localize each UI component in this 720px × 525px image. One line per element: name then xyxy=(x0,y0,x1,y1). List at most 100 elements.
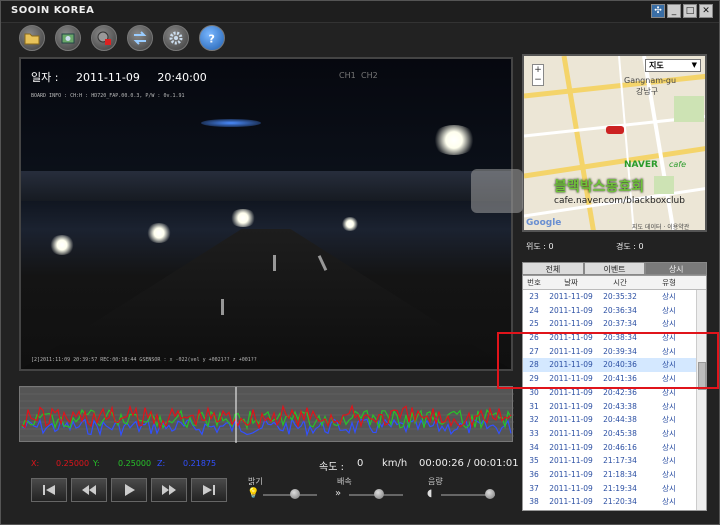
longitude: 경도 : 0 xyxy=(616,242,644,251)
list-item[interactable]: 36 2011-11-09 21:18:34 상시 xyxy=(523,468,706,482)
cell-type: 상시 xyxy=(662,483,676,493)
cell-type: 상시 xyxy=(662,305,676,315)
chevron-down-icon: ▼ xyxy=(691,61,697,69)
date-value: 2011-11-09 xyxy=(75,71,140,84)
cell-time: 20:46:16 xyxy=(603,442,637,452)
district-kr: 강남구 xyxy=(636,87,659,96)
cell-no: 36 xyxy=(529,469,539,479)
cell-date: 2011-11-09 xyxy=(549,442,593,452)
brightness-knob[interactable] xyxy=(290,489,301,499)
speed-knob[interactable] xyxy=(373,489,384,499)
cell-type: 상시 xyxy=(662,401,676,411)
list-header: 번호 날짜 시간 유형 xyxy=(523,276,706,290)
cell-type: 상시 xyxy=(662,292,676,301)
cell-no: 37 xyxy=(529,483,539,493)
list-item[interactable]: 34 2011-11-09 20:46:16 상시 xyxy=(523,441,706,455)
title-bar[interactable]: SOOIN KOREA ✣ _ □ ✕ xyxy=(1,1,719,23)
list-item[interactable]: 37 2011-11-09 21:19:34 상시 xyxy=(523,482,706,496)
list-item[interactable]: 35 2011-11-09 21:17:34 상시 xyxy=(523,454,706,468)
folder-icon[interactable] xyxy=(19,25,45,51)
map-terms[interactable]: 지도 데이터 · 이용약관 xyxy=(632,222,689,230)
header-no[interactable]: 번호 xyxy=(523,276,545,289)
cell-date: 2011-11-09 xyxy=(549,305,593,315)
list-item[interactable]: 38 2011-11-09 21:20:34 상시 xyxy=(523,495,706,509)
cell-time: 21:20:34 xyxy=(603,497,637,507)
map-type-select[interactable]: 지도 ▼ xyxy=(645,59,701,72)
cell-no: 34 xyxy=(529,442,539,452)
cell-date: 2011-11-09 xyxy=(549,319,593,329)
tab-all[interactable]: 전체 xyxy=(522,262,584,275)
lane-marking xyxy=(273,255,276,271)
tab-event[interactable]: 이벤트 xyxy=(583,262,646,275)
map-zoom: + − xyxy=(532,64,544,86)
list-scrollbar[interactable] xyxy=(696,290,706,510)
maximize-icon[interactable]: □ xyxy=(683,4,697,18)
overpass xyxy=(21,171,511,201)
forward-button[interactable] xyxy=(151,478,187,502)
zoom-out-button[interactable]: − xyxy=(533,75,543,85)
rewind-icon xyxy=(82,485,96,495)
channel-2[interactable]: CH2 xyxy=(361,71,378,80)
toolbar: ? xyxy=(19,25,225,57)
map-panel[interactable]: + − 지도 ▼ Gangnam-gu 강남구 NAVER cafe 블랙박스동… xyxy=(522,54,707,232)
list-item[interactable]: 25 2011-11-09 20:37:34 상시 xyxy=(523,317,706,331)
last-button[interactable] xyxy=(191,478,227,502)
file-list[interactable]: 번호 날짜 시간 유형 23 2011-11-09 20:35:32 상시 24 2011… xyxy=(522,275,707,511)
list-body: 23 2011-11-09 20:35:32 상시 24 2011-11-09 20:36:… xyxy=(523,290,706,509)
brightness-label: 밝기 xyxy=(248,477,263,486)
cell-time: 20:43:38 xyxy=(603,401,637,411)
headlight xyxy=(341,217,359,231)
skip-end-icon xyxy=(203,485,215,495)
brightness-icon: 💡 xyxy=(247,488,260,499)
cell-date: 2011-11-09 xyxy=(549,456,593,466)
time-value: 20:40:00 xyxy=(157,71,207,84)
cell-date: 2011-11-09 xyxy=(549,415,593,425)
list-item[interactable]: 31 2011-11-09 20:43:38 상시 xyxy=(523,400,706,414)
delete-icon[interactable] xyxy=(91,25,117,51)
cell-type: 상시 xyxy=(662,456,676,466)
minimize-icon[interactable]: _ xyxy=(667,4,681,18)
z-trace xyxy=(21,417,512,438)
z-label: Z: xyxy=(157,459,166,468)
list-item[interactable]: 24 2011-11-09 20:36:34 상시 xyxy=(523,304,706,318)
channel-1[interactable]: CH1 xyxy=(339,71,356,80)
play-button[interactable] xyxy=(111,478,147,502)
rewind-button[interactable] xyxy=(71,478,107,502)
video-player[interactable]: 일자 : 2011-11-09 20:40:00 CH1 CH2 BOARD I… xyxy=(19,57,513,371)
swap-icon[interactable] xyxy=(127,25,153,51)
headlight xyxy=(49,235,75,255)
cell-no: 38 xyxy=(529,497,539,507)
gsensor-chart xyxy=(20,387,514,443)
headlight xyxy=(229,209,257,227)
cell-no: 33 xyxy=(529,428,539,438)
settings-icon[interactable]: ✣ xyxy=(651,4,665,18)
photo-icon[interactable] xyxy=(55,25,81,51)
cell-time: 20:37:34 xyxy=(603,319,637,329)
header-type[interactable]: 유형 xyxy=(643,276,695,289)
volume-knob[interactable] xyxy=(484,489,495,499)
list-item[interactable]: 33 2011-11-09 20:45:38 상시 xyxy=(523,427,706,441)
osd-sensor-line: [2]2011:11:09 20:39:57 REC:00:18:44 GSEN… xyxy=(31,357,257,363)
header-date[interactable]: 날짜 xyxy=(545,276,597,289)
x-value: 0.25000 xyxy=(56,459,90,468)
list-item[interactable]: 23 2011-11-09 20:35:32 상시 xyxy=(523,290,706,304)
gsensor-graph[interactable] xyxy=(19,386,514,443)
cell-time: 21:17:34 xyxy=(603,456,637,466)
video-date-overlay: 일자 : 2011-11-09 20:40:00 xyxy=(31,69,221,85)
blue-light xyxy=(201,119,261,127)
cell-date: 2011-11-09 xyxy=(549,483,593,493)
tab-continuous[interactable]: 상시 xyxy=(645,262,708,275)
svg-text:?: ? xyxy=(209,33,215,46)
cell-time: 20:35:32 xyxy=(603,292,637,301)
cell-no: 31 xyxy=(529,401,539,411)
header-time[interactable]: 시간 xyxy=(597,276,643,289)
list-item[interactable]: 32 2011-11-09 20:44:38 상시 xyxy=(523,413,706,427)
highlight-box xyxy=(497,332,719,389)
cell-no: 24 xyxy=(529,305,539,315)
first-button[interactable] xyxy=(31,478,67,502)
elapsed-time: 00:00:26 / 00:01:01 xyxy=(419,458,519,469)
gear-icon[interactable] xyxy=(163,25,189,51)
help-icon[interactable]: ? xyxy=(199,25,225,51)
zoom-in-button[interactable]: + xyxy=(533,65,543,75)
close-icon[interactable]: ✕ xyxy=(699,4,713,18)
